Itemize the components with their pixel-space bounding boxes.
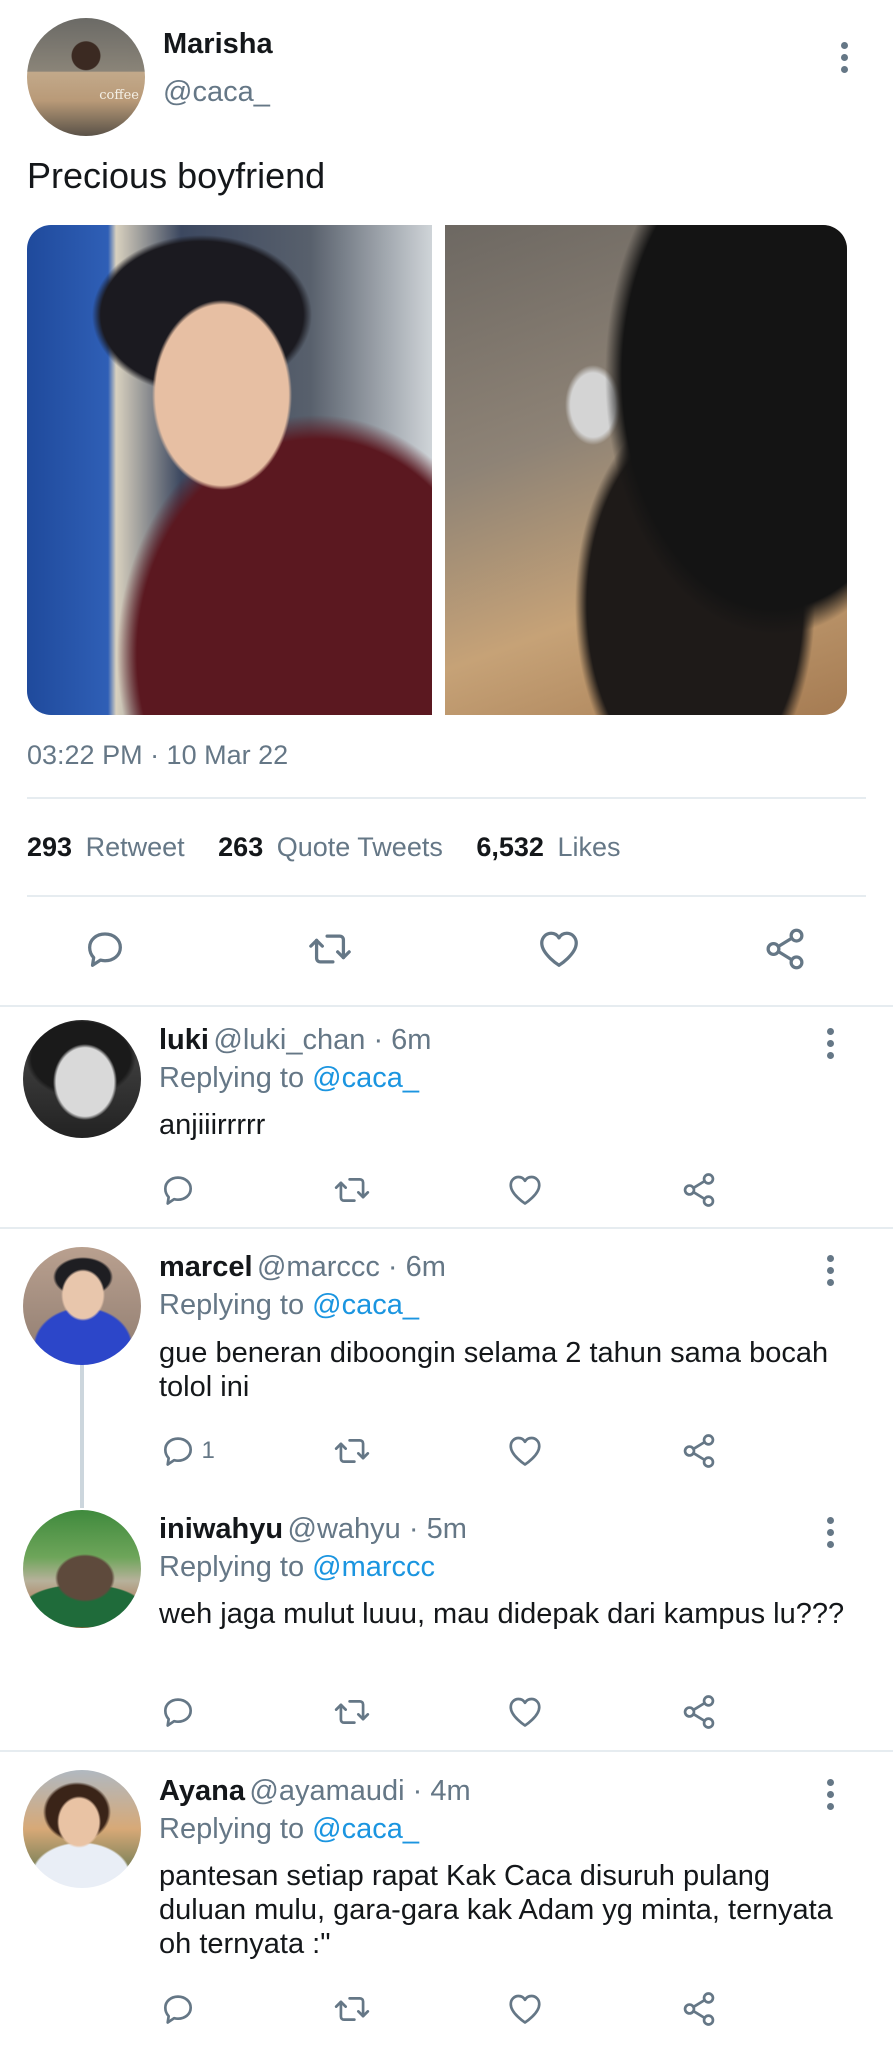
likes-label: Likes bbox=[557, 832, 621, 862]
retweet-icon[interactable] bbox=[307, 926, 353, 972]
replying-to: Replying to @caca_ bbox=[159, 1813, 419, 1846]
more-icon[interactable] bbox=[826, 1779, 834, 1815]
share-icon[interactable] bbox=[680, 1990, 718, 2028]
divider bbox=[27, 895, 866, 897]
retweet-icon[interactable] bbox=[333, 1990, 371, 2028]
reply-handle-time[interactable]: @wahyu · 5m bbox=[288, 1513, 467, 1545]
reply-count: 1 bbox=[201, 1437, 215, 1464]
replying-to-handle[interactable]: @caca_ bbox=[312, 1289, 419, 1321]
more-icon[interactable] bbox=[826, 1255, 834, 1291]
quotes-label: Quote Tweets bbox=[276, 832, 443, 862]
reply-icon[interactable] bbox=[159, 1693, 197, 1731]
share-icon[interactable] bbox=[680, 1432, 718, 1470]
reply-handle-time[interactable]: @luki_chan · 6m bbox=[213, 1024, 431, 1056]
tweet-text: Precious boyfriend bbox=[27, 155, 326, 196]
reply-author-name[interactable]: luki bbox=[159, 1024, 209, 1056]
reply-header: marcel @marccc · 6m bbox=[159, 1251, 446, 1284]
tweet-media-grid bbox=[27, 225, 847, 715]
replying-to-handle[interactable]: @caca_ bbox=[312, 1062, 419, 1094]
share-icon[interactable] bbox=[680, 1693, 718, 1731]
replying-to: Replying to @marccc bbox=[159, 1551, 435, 1584]
retweet-icon[interactable] bbox=[333, 1171, 371, 1209]
divider bbox=[0, 1005, 893, 1007]
tweet-timestamp[interactable]: 03:22 PM · 10 Mar 22 bbox=[27, 740, 288, 771]
tweet-photo-1[interactable] bbox=[27, 225, 432, 715]
reply-icon[interactable] bbox=[159, 1171, 197, 1209]
reply-icon[interactable] bbox=[159, 1990, 197, 2028]
reply-icon[interactable] bbox=[82, 926, 128, 972]
reply-handle-time[interactable]: @ayamaudi · 4m bbox=[249, 1775, 470, 1807]
like-icon[interactable] bbox=[506, 1432, 544, 1470]
replying-to-label: Replying to bbox=[159, 1551, 305, 1583]
more-icon[interactable] bbox=[826, 1517, 834, 1553]
reply-icon bbox=[159, 1432, 197, 1470]
retweet-icon[interactable] bbox=[333, 1432, 371, 1470]
replying-to-label: Replying to bbox=[159, 1062, 305, 1094]
divider bbox=[27, 797, 866, 799]
likes-stat[interactable]: 6,532 Likes bbox=[476, 832, 620, 862]
retweets-label: Retweet bbox=[85, 832, 185, 862]
reply-avatar[interactable] bbox=[23, 1510, 141, 1628]
replying-to-label: Replying to bbox=[159, 1289, 305, 1321]
reply-text: pantesan setiap rapat Kak Caca disuruh p… bbox=[159, 1860, 833, 1960]
author-handle[interactable]: @caca_ bbox=[163, 76, 270, 109]
reply-author-name[interactable]: iniwahyu bbox=[159, 1513, 283, 1545]
like-icon[interactable] bbox=[506, 1171, 544, 1209]
quotes-stat[interactable]: 263 Quote Tweets bbox=[218, 832, 450, 862]
reply-text: anjiiirrrrr bbox=[159, 1109, 266, 1141]
reply-author-name[interactable]: marcel bbox=[159, 1251, 253, 1283]
like-icon[interactable] bbox=[506, 1693, 544, 1731]
more-icon[interactable] bbox=[826, 1028, 834, 1064]
replying-to-handle[interactable]: @marccc bbox=[312, 1551, 435, 1583]
reply-avatar[interactable] bbox=[23, 1247, 141, 1365]
tweet-stats: 293 Retweet 263 Quote Tweets 6,532 Likes bbox=[27, 832, 620, 863]
replying-to-handle[interactable]: @caca_ bbox=[312, 1813, 419, 1845]
reply-button[interactable]: 1 bbox=[159, 1432, 215, 1470]
reply-handle-time[interactable]: @marccc · 6m bbox=[257, 1251, 446, 1283]
reply-header: luki @luki_chan · 6m bbox=[159, 1024, 431, 1057]
share-icon[interactable] bbox=[680, 1171, 718, 1209]
author-name[interactable]: Marisha bbox=[163, 28, 273, 61]
thread-line bbox=[80, 1360, 84, 1508]
like-icon[interactable] bbox=[536, 926, 582, 972]
reply-header: iniwahyu @wahyu · 5m bbox=[159, 1513, 467, 1546]
reply-avatar[interactable] bbox=[23, 1020, 141, 1138]
replying-to: Replying to @caca_ bbox=[159, 1289, 419, 1322]
reply-header: Ayana @ayamaudi · 4m bbox=[159, 1775, 471, 1808]
quotes-count: 263 bbox=[218, 832, 264, 862]
reply-author-name[interactable]: Ayana bbox=[159, 1775, 245, 1807]
likes-count: 6,532 bbox=[476, 832, 544, 862]
more-icon[interactable] bbox=[840, 42, 848, 78]
divider bbox=[0, 1750, 893, 1752]
divider bbox=[0, 1227, 893, 1229]
reply-avatar[interactable] bbox=[23, 1770, 141, 1888]
tweet-photo-2[interactable] bbox=[445, 225, 847, 715]
retweet-icon[interactable] bbox=[333, 1693, 371, 1731]
reply-text: gue beneran diboongin selama 2 tahun sam… bbox=[159, 1337, 829, 1403]
retweets-stat[interactable]: 293 Retweet bbox=[27, 832, 192, 862]
share-icon[interactable] bbox=[762, 926, 808, 972]
replying-to: Replying to @caca_ bbox=[159, 1062, 419, 1095]
author-avatar[interactable]: coffee bbox=[27, 18, 145, 136]
reply-text: weh jaga mulut luuu, mau didepak dari ka… bbox=[159, 1598, 845, 1630]
replying-to-label: Replying to bbox=[159, 1813, 305, 1845]
retweets-count: 293 bbox=[27, 832, 73, 862]
like-icon[interactable] bbox=[506, 1990, 544, 2028]
author-avatar-sign: coffee bbox=[99, 88, 139, 103]
